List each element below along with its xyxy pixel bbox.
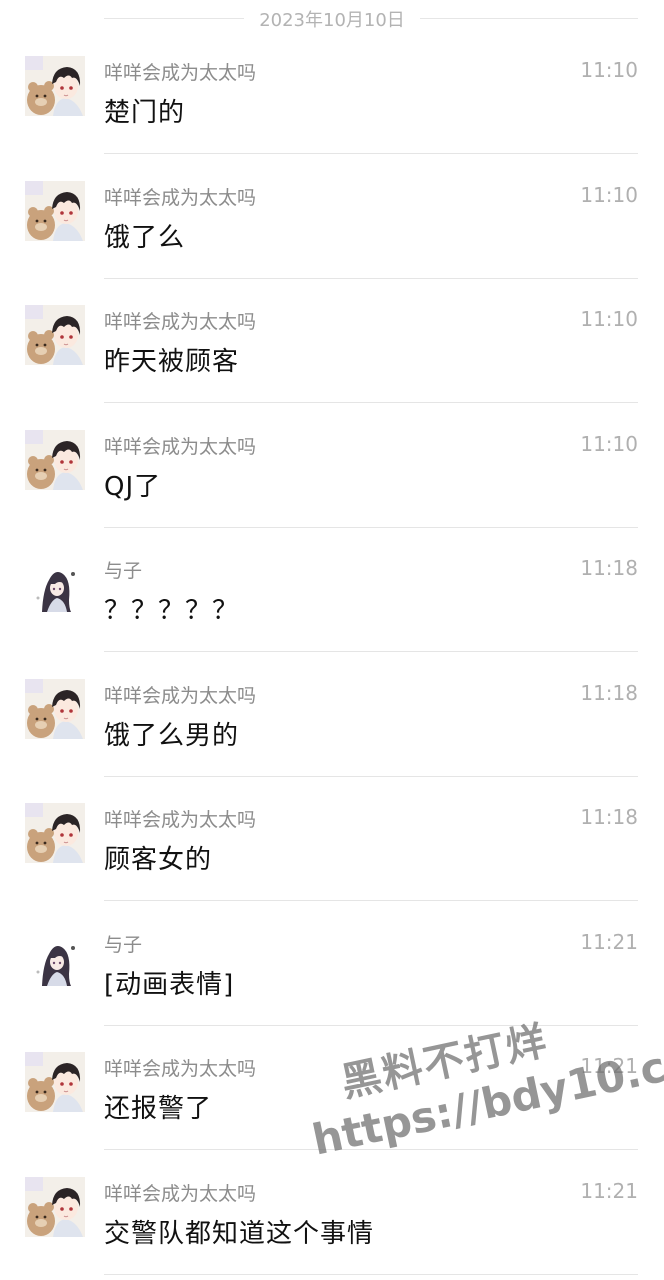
sender-name: 咩咩会成为太太吗 [104,311,257,333]
message-item[interactable]: 咩咩会成为太太吗 11:18 饿了么男的 [0,623,664,777]
boy-with-bear-avatar[interactable] [25,56,85,116]
message-item[interactable]: 咩咩会成为太太吗 11:21 交警队都知道这个事情 [0,1121,664,1275]
message-item[interactable]: 咩咩会成为太太吗 11:10 昨天被顾客 [0,249,664,403]
message-text: 顾客女的 [104,845,213,875]
message-item[interactable]: 咩咩会成为太太吗 11:10 QJ了 [0,374,664,528]
message-text: 饿了么 [104,222,186,253]
message-text: QJ了 [104,471,162,502]
message-time: 11:18 [580,556,638,580]
message-time: 11:10 [580,431,638,456]
boy-with-bear-avatar[interactable] [25,803,85,863]
sender-name: 咩咩会成为太太吗 [104,809,257,831]
sender-name: 与子 [104,933,143,956]
message-item[interactable]: 与子 11:18 ？？？？？ [0,498,664,652]
sender-name: 咩咩会成为太太吗 [104,684,257,707]
message-divider [104,1273,638,1275]
sender-name: 咩咩会成为太太吗 [104,1182,257,1205]
message-item[interactable]: 咩咩会成为太太吗 11:10 楚门的 [0,0,664,154]
boy-with-bear-avatar[interactable] [25,1052,85,1112]
message-text: 还报警了 [104,1094,213,1124]
message-text: 楚门的 [104,98,186,128]
message-time: 11:18 [580,805,638,829]
message-item[interactable]: 咩咩会成为太太吗 11:18 顾客女的 [0,747,664,901]
message-text: 交警队都知道这个事情 [104,1218,375,1249]
boy-with-bear-avatar[interactable] [25,305,85,365]
sender-name: 咩咩会成为太太吗 [104,62,257,84]
message-time: 11:10 [580,307,638,331]
boy-with-bear-avatar[interactable] [25,429,85,490]
message-time: 11:21 [580,1178,638,1203]
sender-name: 咩咩会成为太太吗 [104,435,257,458]
message-item[interactable]: 咩咩会成为太太吗 11:21 还报警了 [0,996,664,1150]
message-text: 昨天被顾客 [104,347,240,377]
boy-with-bear-avatar[interactable] [25,678,85,739]
boy-with-bear-avatar[interactable] [25,180,85,241]
sender-name: 与子 [104,560,143,582]
message-text: [动画表情] [104,969,235,1000]
long-hair-character-avatar[interactable] [25,927,85,988]
message-text: 饿了么男的 [104,720,240,751]
sender-name: 咩咩会成为太太吗 [104,1058,257,1080]
boy-with-bear-avatar[interactable] [25,1176,85,1237]
long-hair-character-avatar[interactable] [25,554,85,614]
message-item[interactable]: 与子 11:21 [动画表情] [0,872,664,1026]
message-time: 11:18 [580,680,638,705]
message-time: 11:10 [580,182,638,207]
message-text: ？？？？？ [104,596,240,626]
message-time: 11:21 [580,1054,638,1078]
message-time: 11:10 [580,58,638,82]
message-time: 11:21 [580,929,638,954]
sender-name: 咩咩会成为太太吗 [104,186,257,209]
message-item[interactable]: 咩咩会成为太太吗 11:10 饿了么 [0,125,664,279]
